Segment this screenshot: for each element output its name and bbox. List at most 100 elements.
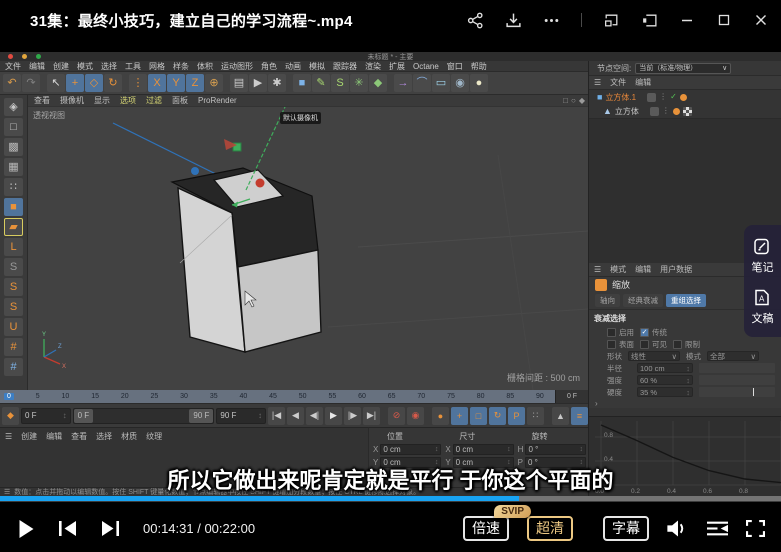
keyframe-icon[interactable]: ● — [432, 407, 449, 425]
object-name[interactable]: 立方体 — [615, 106, 639, 117]
solo-icon[interactable]: ▲ — [552, 407, 569, 425]
play-button[interactable] — [18, 519, 35, 539]
record-rotation-icon[interactable]: ↻ — [489, 407, 506, 425]
viewport-menu-item[interactable]: 选项 — [120, 95, 136, 106]
pip-icon[interactable] — [641, 12, 658, 29]
material-menu-item[interactable]: 纹理 — [146, 431, 162, 442]
object-row[interactable]: ▲ 立方体 ⋮ — [589, 104, 781, 118]
download-icon[interactable] — [505, 12, 522, 29]
object-menu-item[interactable]: 编辑 — [635, 77, 651, 88]
record-icon[interactable]: ⊘ — [388, 407, 405, 425]
timeline-ruler[interactable]: 051015202530354045505560657075808590 0 F — [0, 390, 588, 403]
enabled-check-icon[interactable]: ✓ — [670, 93, 677, 101]
video-progress-bar[interactable] — [0, 496, 781, 501]
quality-button[interactable]: 超清 — [527, 516, 573, 542]
legacy-checkbox[interactable]: ✓ 传统 — [640, 327, 667, 338]
toolbar-icon[interactable] — [41, 74, 46, 92]
texture-mode-icon[interactable]: ▩ — [4, 138, 23, 156]
workplane-icon[interactable]: # — [4, 358, 23, 376]
attribute-menu-item[interactable]: 编辑 — [635, 264, 651, 275]
redo-icon[interactable]: ↷ — [22, 74, 40, 92]
prev-key-icon[interactable]: ◀ — [287, 407, 304, 425]
material-menu-item[interactable]: 编辑 — [46, 431, 62, 442]
toolbar-icon[interactable] — [287, 74, 292, 92]
transport-icon[interactable] — [382, 407, 386, 425]
transport-icon[interactable] — [426, 407, 430, 425]
timeline-layers-icon[interactable]: ◆ — [2, 407, 19, 425]
fullscreen-icon[interactable] — [746, 520, 765, 537]
viewport-menu-item[interactable]: 显示 — [94, 95, 110, 106]
coord-system-icon[interactable]: ⊕ — [205, 74, 223, 92]
menu-item[interactable]: 体积 — [197, 61, 213, 72]
record-parameter-icon[interactable]: P — [508, 407, 525, 425]
x-axis-icon[interactable]: X — [148, 74, 166, 92]
environment-icon[interactable]: ▭ — [432, 74, 450, 92]
visibility-dots-icon[interactable]: ⋮ — [659, 93, 667, 101]
record-pla-icon[interactable]: ∷ — [527, 407, 544, 425]
video-frame[interactable]: 未标题 * - 主要 文件编辑创建模式选择工具网格样条体积运动图形角色动画模拟跟… — [0, 40, 781, 505]
goto-start-icon[interactable]: |◀ — [268, 407, 285, 425]
object-row[interactable]: ■ 立方体.1 ⋮ ✓ — [589, 90, 781, 104]
strength-slider[interactable] — [699, 375, 775, 385]
quantize-icon[interactable]: # — [4, 338, 23, 356]
goto-end-icon[interactable]: ▶| — [363, 407, 380, 425]
rotate-tool-icon[interactable]: ↻ — [104, 74, 122, 92]
menu-item[interactable]: 扩展 — [389, 61, 405, 72]
share-icon[interactable] — [467, 12, 484, 29]
workflow-arrow-icon[interactable]: → — [394, 74, 412, 92]
transport-icon[interactable] — [546, 407, 550, 425]
coord-field[interactable]: 0 cm↕ — [380, 444, 441, 455]
menu-item[interactable]: 帮助 — [471, 61, 487, 72]
menu-item[interactable]: 角色 — [261, 61, 277, 72]
snap-3d-icon[interactable]: S — [4, 298, 23, 316]
menu-item[interactable]: 文件 — [5, 61, 21, 72]
surface-checkbox[interactable]: ✓ 表面 — [607, 339, 634, 350]
mograph-icon[interactable]: ✳ — [350, 74, 368, 92]
scale-tool-icon[interactable]: ◇ — [85, 74, 103, 92]
prev-frame-icon[interactable]: ◀| — [306, 407, 323, 425]
tab-classic-falloff[interactable]: 经典衰减 — [623, 294, 663, 307]
menu-item[interactable]: 运动图形 — [221, 61, 253, 72]
menu-item[interactable]: 样条 — [173, 61, 189, 72]
node-space-dropdown[interactable]: 当前（标准/物理） ∨ — [635, 63, 731, 74]
docs-button[interactable]: A 文稿 — [752, 288, 774, 326]
subtitle-button[interactable]: 字幕 — [603, 516, 649, 542]
deformer-icon[interactable]: ⌒ — [413, 74, 431, 92]
more-icon[interactable] — [543, 12, 560, 29]
stepper-icon[interactable]: ↕ — [63, 411, 67, 420]
y-axis-icon[interactable]: Y — [167, 74, 185, 92]
expander-icon[interactable]: › — [589, 398, 781, 408]
menu-item[interactable]: 编辑 — [29, 61, 45, 72]
menu-item[interactable]: 选择 — [101, 61, 117, 72]
hamburger-icon[interactable]: ☰ — [594, 265, 601, 274]
rotate-view-icon[interactable]: ○ — [571, 96, 576, 105]
speed-button[interactable]: 倍速 — [463, 516, 509, 542]
toolbar-icon[interactable] — [224, 74, 229, 92]
polygon-mode-icon[interactable]: ▰ — [4, 218, 23, 236]
toolbar-icon[interactable] — [123, 74, 128, 92]
snap-off-icon[interactable]: S — [4, 258, 23, 276]
phong-tag-icon[interactable] — [673, 108, 680, 115]
menu-item[interactable]: 模式 — [77, 61, 93, 72]
keyframe-selection-icon[interactable]: ≡ — [571, 407, 588, 425]
pen-tool-icon[interactable]: ✎ — [312, 74, 330, 92]
range-start-handle[interactable]: 0 F — [74, 409, 94, 423]
render-view-icon[interactable]: ▤ — [230, 74, 248, 92]
enable-checkbox[interactable]: ✓ 启用 — [607, 327, 634, 338]
viewport-menu-item[interactable]: ProRender — [198, 96, 237, 105]
visible-checkbox[interactable]: ✓ 可见 — [640, 339, 667, 350]
previous-button[interactable] — [59, 521, 77, 536]
camera-icon[interactable]: ◉ — [451, 74, 469, 92]
object-menu-item[interactable]: 文件 — [610, 77, 626, 88]
uv-mode-icon[interactable]: ▦ — [4, 158, 23, 176]
mode-dropdown[interactable]: 全部 ∨ — [707, 351, 759, 361]
light-icon[interactable]: ● — [470, 74, 488, 92]
current-frame-input[interactable]: 0 F↕ — [21, 408, 71, 424]
screenshot-icon[interactable] — [603, 12, 620, 29]
snap-2d-icon[interactable]: S — [4, 278, 23, 296]
next-button[interactable] — [101, 521, 119, 536]
render-settings-icon[interactable]: ✱ — [268, 74, 286, 92]
object-name[interactable]: 立方体.1 — [605, 92, 636, 103]
attribute-menu-item[interactable]: 模式 — [610, 264, 626, 275]
menu-item[interactable]: 渲染 — [365, 61, 381, 72]
